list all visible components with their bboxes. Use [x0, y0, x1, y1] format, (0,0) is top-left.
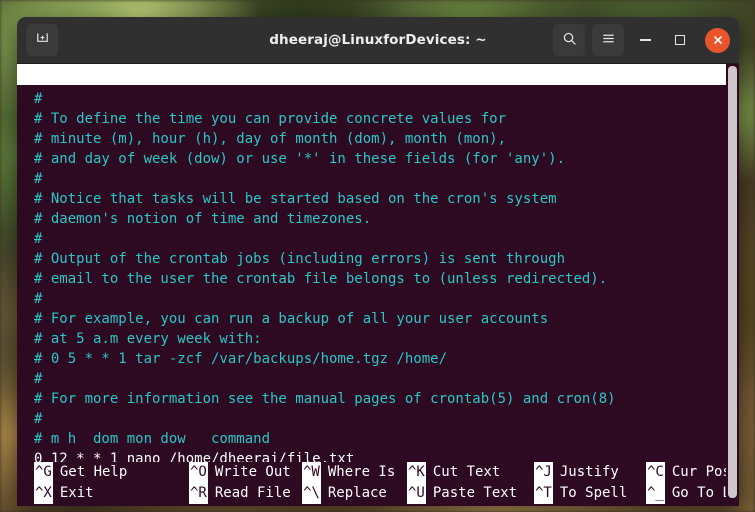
- shortcut-key: ^\: [302, 483, 321, 504]
- shortcut-key: ^C: [646, 462, 665, 483]
- shortcut-write-out[interactable]: ^O Write Out: [189, 462, 291, 483]
- search-button[interactable]: [553, 24, 585, 56]
- minimize-icon: [639, 39, 651, 41]
- search-icon: [562, 31, 577, 50]
- shortcut-label: Where Is: [327, 464, 396, 480]
- shortcut-read-file[interactable]: ^R Read File: [189, 483, 291, 504]
- close-icon: [712, 31, 724, 50]
- editor-line: #: [34, 231, 43, 247]
- shortcut-cut-text[interactable]: ^K Cut Text: [407, 462, 500, 483]
- editor-line: # at 5 a.m every week with:: [34, 331, 262, 347]
- nano-text-area[interactable]: # # To define the time you can provide co…: [17, 85, 739, 469]
- shortcut-exit[interactable]: ^X Exit: [34, 483, 94, 504]
- shortcut-key: ^W: [302, 462, 321, 483]
- shortcut-label: Cur Pos: [671, 464, 731, 480]
- shortcut-label: Paste Text: [432, 485, 518, 501]
- terminal-window: dheeraj@LinuxforDevices: ~ # # To define…: [17, 17, 739, 506]
- nano-shortcut-bar: ^G Get Help ^O Write Out ^W Where Is ^K Cut Tex…: [17, 462, 739, 506]
- window-controls: [553, 24, 739, 56]
- shortcut-label: Read File: [214, 485, 291, 501]
- nano-header-bar: GNU nano 4.8 /tmp/crontab.SPHUks/crontab…: [17, 64, 739, 85]
- maximize-icon: [675, 35, 685, 45]
- editor-line: # m h dom mon dow command: [34, 431, 271, 447]
- editor-line: #: [34, 411, 43, 427]
- editor-line: # For example, you can run a backup of a…: [34, 311, 549, 327]
- shortcut-key: ^_: [646, 483, 665, 504]
- shortcut-cur-pos[interactable]: ^C Cur Pos: [646, 462, 731, 483]
- shortcut-label: Get Help: [59, 464, 128, 480]
- editor-line: # To define the time you can provide con…: [34, 111, 507, 127]
- hamburger-menu-icon: [601, 31, 616, 50]
- new-tab-button[interactable]: [26, 24, 58, 56]
- scrollbar-thumb[interactable]: [728, 66, 737, 498]
- maximize-button[interactable]: [666, 26, 694, 54]
- shortcut-key: ^U: [407, 483, 426, 504]
- menu-button[interactable]: [592, 24, 624, 56]
- shortcut-key: ^T: [534, 483, 553, 504]
- editor-line: # 0 5 * * 1 tar -zcf /var/backups/home.t…: [34, 351, 448, 367]
- minimize-button[interactable]: [631, 26, 659, 54]
- shortcut-to-spell[interactable]: ^T To Spell: [534, 483, 627, 504]
- shortcut-key: ^X: [34, 483, 53, 504]
- shortcut-key: ^K: [407, 462, 426, 483]
- shortcut-where-is[interactable]: ^W Where Is: [302, 462, 395, 483]
- editor-line: #: [34, 91, 43, 107]
- shortcut-get-help[interactable]: ^G Get Help: [34, 462, 127, 483]
- editor-line: # Notice that tasks will be started base…: [34, 191, 557, 207]
- shortcut-label: Write Out: [214, 464, 291, 480]
- shortcut-justify[interactable]: ^J Justify: [534, 462, 619, 483]
- shortcut-paste-text[interactable]: ^U Paste Text: [407, 483, 517, 504]
- shortcut-label: Cut Text: [432, 464, 501, 480]
- editor-line: #: [34, 291, 43, 307]
- shortcut-key: ^R: [189, 483, 208, 504]
- close-button[interactable]: [705, 27, 730, 53]
- shortcut-replace[interactable]: ^\ Replace: [302, 483, 387, 504]
- titlebar: dheeraj@LinuxforDevices: ~: [17, 17, 739, 64]
- shortcut-label: Replace: [327, 485, 387, 501]
- editor-line: # daemon's notion of time and timezones.: [34, 211, 372, 227]
- editor-line: # Output of the crontab jobs (including …: [34, 251, 566, 267]
- shortcut-key: ^O: [189, 462, 208, 483]
- shortcut-row-2: ^X Exit ^R Read File ^\ Replace ^U Paste Text ^T…: [17, 483, 739, 504]
- editor-line: #: [34, 171, 43, 187]
- editor-line: # email to the user the crontab file bel…: [34, 271, 608, 287]
- shortcut-key: ^G: [34, 462, 53, 483]
- editor-line: # and day of week (dow) or use '*' in th…: [34, 151, 566, 167]
- editor-line: # For more information see the manual pa…: [34, 391, 616, 407]
- shortcut-label: Justify: [559, 464, 619, 480]
- shortcut-label: Exit: [59, 485, 94, 501]
- editor-line: # minute (m), hour (h), day of month (do…: [34, 131, 507, 147]
- terminal-body[interactable]: GNU nano 4.8 /tmp/crontab.SPHUks/crontab…: [17, 64, 739, 506]
- editor-line: #: [34, 371, 43, 387]
- shortcut-label: To Spell: [559, 485, 628, 501]
- new-tab-icon: [35, 31, 50, 50]
- shortcut-key: ^J: [534, 462, 553, 483]
- vertical-scrollbar[interactable]: [726, 64, 739, 506]
- shortcut-row-1: ^G Get Help ^O Write Out ^W Where Is ^K Cut Tex…: [17, 462, 739, 483]
